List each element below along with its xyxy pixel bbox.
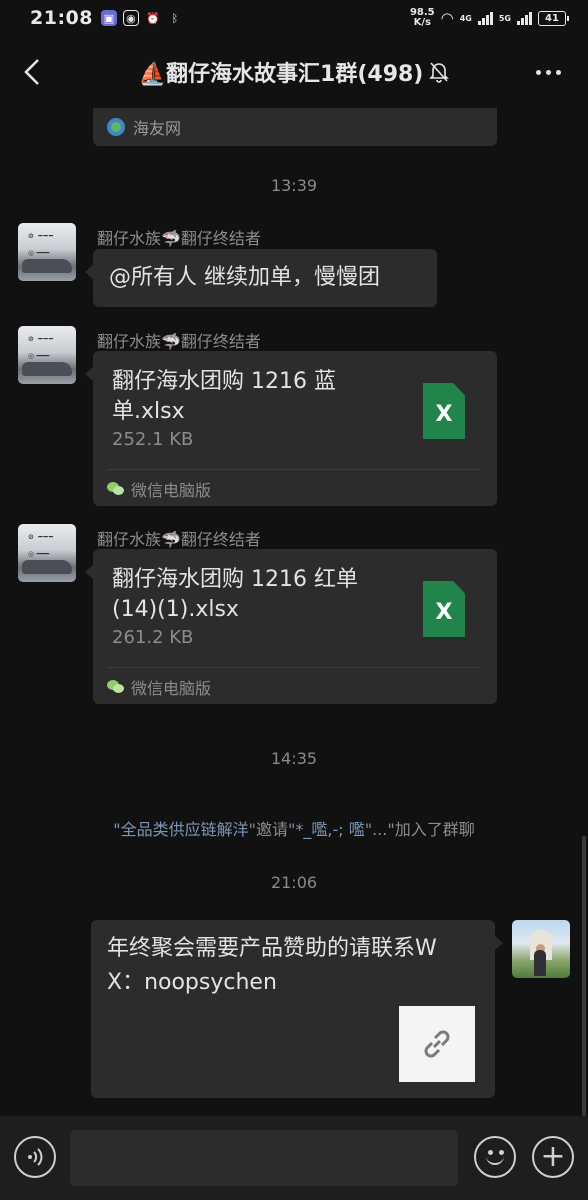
inviter-name[interactable]: "全品类供应链解洋 [113, 820, 248, 839]
avatar[interactable]: ⊘ ━━━ ◎ ━━━ [18, 524, 76, 582]
status-time: 21:08 [30, 7, 93, 29]
file-source: 微信电脑版 [107, 477, 211, 501]
cell-signal-icon [477, 11, 493, 25]
chat-header: ⛵翻仔海水故事汇1群(498) [0, 36, 588, 108]
dot-icon [535, 69, 541, 75]
wechat-chat-screen: 21:08 ▣ ◉ ⏰ ᛒ 98.5 K/s ◠ 4G 5G 41 ⛵翻仔海水故… [0, 0, 588, 1200]
car-image [22, 259, 72, 273]
app-notification-icon: ▣ [100, 10, 117, 26]
toyota-logo-icon: ◎ ━━━ [28, 550, 50, 558]
input-bar: + [0, 1116, 588, 1200]
file-icon-letter: X [435, 599, 453, 625]
timestamp: 13:39 [270, 176, 318, 195]
invitee-name[interactable]: *_嚂,-; 嚂 [295, 820, 364, 839]
system-text-end: "..."加入了群聊 [364, 820, 475, 839]
dot-icon [555, 69, 561, 75]
file-name: 翻仔海水团购 1216 红单(14)(1).xlsx [112, 567, 358, 622]
alarm-icon: ⏰ [146, 11, 160, 25]
system-text: "邀请" [248, 820, 296, 839]
app-badge-icon: ◉ [122, 10, 139, 26]
file-name: 翻仔海水团购 1216 蓝单.xlsx [112, 369, 336, 424]
message-text: @所有人 继续加单，慢慢团 [109, 265, 380, 290]
sender-name: 翻仔水族🦈翻仔终结者 [97, 332, 261, 351]
person-image [534, 950, 546, 976]
car-image [22, 362, 72, 376]
avatar[interactable]: ⊘ ━━━ ◎ ━━━ [18, 326, 76, 384]
message-input[interactable] [70, 1130, 458, 1186]
lexus-logo-icon: ⊘ ━━━ [28, 533, 54, 541]
dot-icon [545, 69, 551, 75]
chat-title-wrap: ⛵翻仔海水故事汇1群(498) [0, 56, 588, 88]
file-source-label: 微信电脑版 [131, 481, 212, 500]
file-source-label: 微信电脑版 [131, 679, 212, 698]
wechat-icon [107, 680, 125, 694]
lexus-logo-icon: ⊘ ━━━ [28, 335, 54, 343]
toyota-logo-icon: ◎ ━━━ [28, 249, 50, 257]
network-speed-unit: K/s [413, 17, 431, 28]
file-size: 252.1 KB [112, 429, 194, 450]
excel-file-icon: X [423, 383, 465, 439]
link-card-source: 海友网 [133, 119, 182, 138]
message-list[interactable]: 海友网 13:39 ⊘ ━━━ ◎ ━━━ 翻仔水族🦈翻仔终结者 @所有人 继续… [0, 108, 588, 1116]
mute-bell-icon [429, 62, 450, 83]
more-options-button[interactable] [530, 56, 566, 88]
link-message[interactable]: 年终聚会需要产品赞助的请联系WX：noopsychen [91, 920, 503, 1098]
file-size: 261.2 KB [112, 627, 194, 648]
text-message[interactable]: @所有人 继续加单，慢慢团 [85, 249, 437, 307]
sender-name: 翻仔水族🦈翻仔终结者 [97, 229, 261, 248]
battery-level: 41 [545, 12, 559, 24]
emoji-button[interactable] [474, 1136, 516, 1178]
battery-icon: 41 [538, 10, 569, 26]
system-join-message: "全品类供应链解洋"邀请"*_嚂,-; 嚂"..."加入了群聊 [0, 816, 588, 840]
divider [107, 667, 481, 668]
file-message[interactable]: 翻仔海水团购 1216 红单(14)(1).xlsx 261.2 KB X 微信… [85, 549, 497, 704]
scrollbar[interactable] [582, 836, 586, 1116]
signal-label-1: 4G [459, 13, 472, 23]
bluetooth-icon: ᛒ [171, 11, 179, 25]
lexus-logo-icon: ⊘ ━━━ [28, 232, 54, 240]
voice-input-button[interactable] [14, 1136, 56, 1178]
link-icon [424, 1030, 450, 1058]
network-speed: 98.5 K/s [410, 8, 435, 28]
wechat-icon [107, 482, 125, 496]
status-right: 98.5 K/s ◠ 4G 5G 41 [410, 8, 569, 28]
timestamp: 21:06 [270, 873, 318, 892]
status-bar: 21:08 ▣ ◉ ⏰ ᛒ 98.5 K/s ◠ 4G 5G 41 [0, 0, 588, 36]
excel-file-icon: X [423, 581, 465, 637]
plus-icon: + [540, 1139, 566, 1174]
timestamp: 14:35 [270, 749, 318, 768]
sender-name: 翻仔水族🦈翻仔终结者 [97, 530, 261, 549]
file-source: 微信电脑版 [107, 675, 211, 699]
divider [107, 469, 481, 470]
file-message[interactable]: 翻仔海水团购 1216 蓝单.xlsx 252.1 KB X 微信电脑版 [85, 351, 497, 506]
link-thumbnail [399, 1006, 475, 1082]
self-avatar[interactable] [512, 920, 570, 978]
file-icon-letter: X [435, 401, 453, 427]
toyota-logo-icon: ◎ ━━━ [28, 352, 50, 360]
message-text: 年终聚会需要产品赞助的请联系WX：noopsychen [107, 936, 437, 995]
avatar[interactable]: ⊘ ━━━ ◎ ━━━ [18, 223, 76, 281]
voice-icon [28, 1148, 43, 1166]
link-card-bottom[interactable]: 海友网 [93, 108, 497, 146]
signal-label-2: 5G [498, 13, 511, 23]
more-functions-button[interactable]: + [532, 1136, 574, 1178]
car-image [22, 560, 72, 574]
chat-title: ⛵翻仔海水故事汇1群(498) [138, 62, 424, 87]
cell-signal-icon-2 [517, 11, 532, 25]
smiley-icon [486, 1155, 504, 1165]
notification-icons: ▣ ◉ ⏰ ᛒ [100, 10, 183, 26]
globe-icon [107, 118, 125, 136]
wifi-icon: ◠ [440, 9, 454, 27]
